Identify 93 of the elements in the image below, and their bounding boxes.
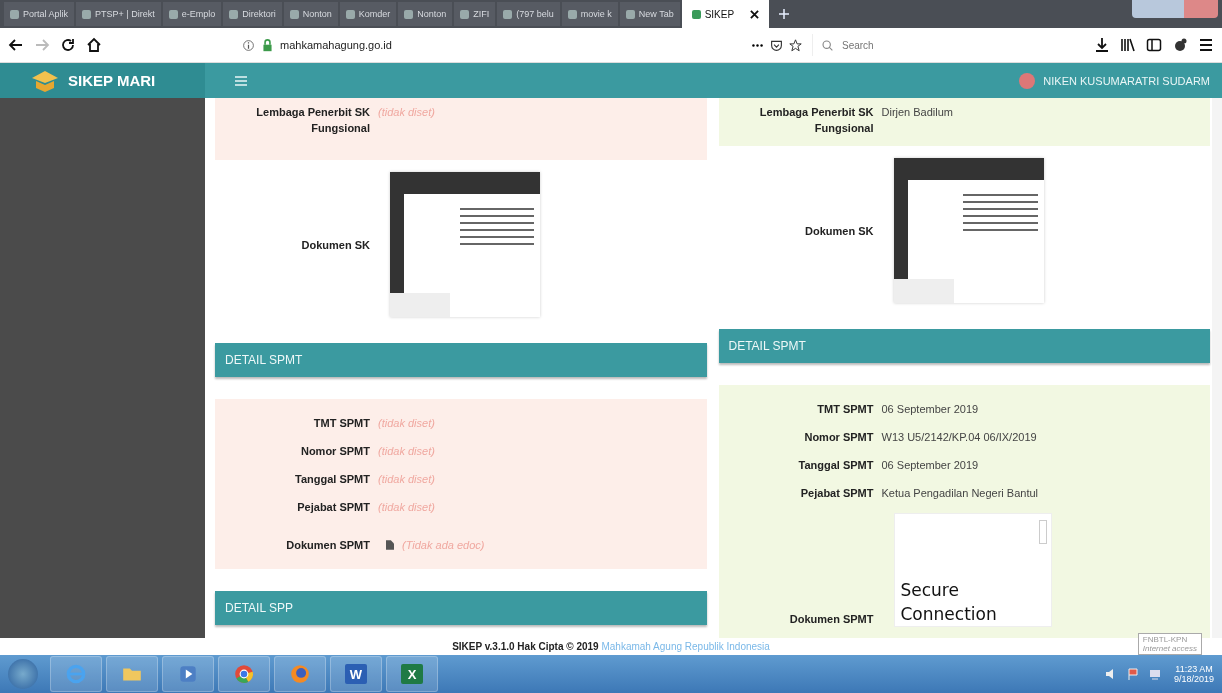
field-label: Pejabat SPMT [799,486,874,501]
favicon-icon [503,9,513,19]
favicon-icon [229,9,239,19]
start-button[interactable] [8,659,38,689]
browser-tab[interactable]: Nonton [283,2,338,26]
favicon-icon [404,9,414,19]
favicon-icon [168,9,178,19]
favicon-icon [567,9,577,19]
browser-tab[interactable]: Portal Aplik [4,2,75,26]
taskbar-app-button[interactable] [218,656,270,692]
taskbar-app-button[interactable]: W [330,656,382,692]
network-tooltip: FNBTL-KPN Internet access [1137,633,1202,655]
field-label: Tanggal SPMT [797,458,874,473]
menu-icon[interactable] [1198,37,1214,53]
field-value: Dirjen Badilum [881,105,954,120]
section-header: DETAIL SPMT [215,343,707,377]
field-value: (tidak diset) [378,472,435,487]
favicon-icon [289,9,299,19]
field-label: Dokumen SPMT [788,612,874,627]
field-label: TMT SPMT [816,402,874,417]
field-value: (tidak diset) [378,444,435,459]
firefox-icon [289,663,311,685]
play-icon [177,663,199,685]
network-icon[interactable] [1147,667,1162,681]
close-icon[interactable] [750,9,760,19]
field-label: Dokumen SK [804,223,874,239]
favicon-icon [10,9,19,19]
new-tab-icon[interactable] [779,9,790,19]
info-icon [242,38,255,52]
favicon-icon [345,9,355,19]
browser-tab[interactable]: movie k [561,2,618,26]
field-label: Lembaga Penerbit SK Fungsional [255,105,370,136]
field-value: W13 U5/2142/KP.04 06/IX/2019 [881,430,1037,445]
shield-icon[interactable] [770,38,783,52]
favicon-icon [460,9,470,19]
browser-tab[interactable]: Direktori [223,2,282,26]
status-text: Secure Connection [900,579,998,626]
clock[interactable]: 11:23 AM 9/18/2019 [1173,664,1214,684]
browser-tab[interactable]: (797 belu [497,2,560,26]
field-value: Ketua Pengadilan Negeri Bantul [881,486,1039,501]
download-icon[interactable] [1094,37,1110,53]
browser-tab[interactable]: PTSP+ | Direkt [76,2,161,26]
browser-tab[interactable]: SIKEP [681,0,770,28]
taskbar-app-button[interactable]: X [386,656,438,692]
browser-tab[interactable]: New Tab [619,2,680,26]
browser-tab[interactable]: Nonton [398,2,453,26]
favicon-icon [625,9,635,19]
star-icon[interactable] [789,38,802,52]
field-value: (tidak diset) [378,500,435,515]
taskbar-app-button[interactable] [50,656,102,692]
taskbar-app-button[interactable] [106,656,158,692]
word-icon: W [345,664,367,684]
field-label: Nomor SPMT [299,444,370,459]
search-icon [821,38,834,52]
field-value: 06 September 2019 [881,402,979,417]
field-label: Pejabat SPMT [296,500,370,515]
field-label: Tanggal SPMT [294,472,370,487]
field-value: (Tidak ada edoc) [402,538,485,553]
library-icon[interactable] [1120,37,1136,53]
extension-icon[interactable] [1172,37,1188,53]
field-value: 06 September 2019 [881,458,979,473]
excel-icon: X [401,664,423,684]
browser-e-icon [65,663,87,685]
taskbar-app-button[interactable] [274,656,326,692]
field-label: Dokumen SPMT [285,538,370,553]
field-label: Nomor SPMT [803,430,874,445]
field-label: Lembaga Penerbit SK Fungsional [758,105,874,136]
browser-tab[interactable]: e-Emplo [162,2,222,26]
section-header: DETAIL SPMT [718,329,1210,363]
field-value: (tidak diset) [378,105,435,120]
back-icon[interactable] [8,37,24,53]
section-header: DETAIL SPP [215,591,707,625]
brand-logo[interactable]: SIKEP MARI [0,63,205,98]
browser-tab[interactable]: ZIFI [454,2,496,26]
address-bar[interactable]: mahkamahagung.go.id [242,33,802,57]
forward-icon[interactable] [34,37,50,53]
field-value: (tidak diset) [378,416,435,431]
reload-icon[interactable] [60,37,76,53]
file-icon [386,540,394,550]
sidebar-icon[interactable] [1146,37,1162,53]
browser-tab[interactable]: Komder [339,2,397,26]
flag-icon[interactable] [1125,667,1140,681]
taskbar-app-button[interactable] [162,656,214,692]
home-icon[interactable] [86,37,102,53]
user-menu[interactable]: NIKEN KUSUMARATRI SUDARM [1019,72,1210,89]
field-label: Dokumen SK [300,237,370,253]
favicon-icon [82,9,92,19]
field-label: TMT SPMT [312,416,370,431]
lock-icon [261,38,274,52]
avatar-icon [1019,72,1036,89]
copyright-text: SIKEP v.3.1.0 Hak Cipta © 2019 Mahkamah Agung Republik Indonesia [452,641,770,652]
chrome-icon [233,663,255,685]
favicon-icon [691,9,701,19]
